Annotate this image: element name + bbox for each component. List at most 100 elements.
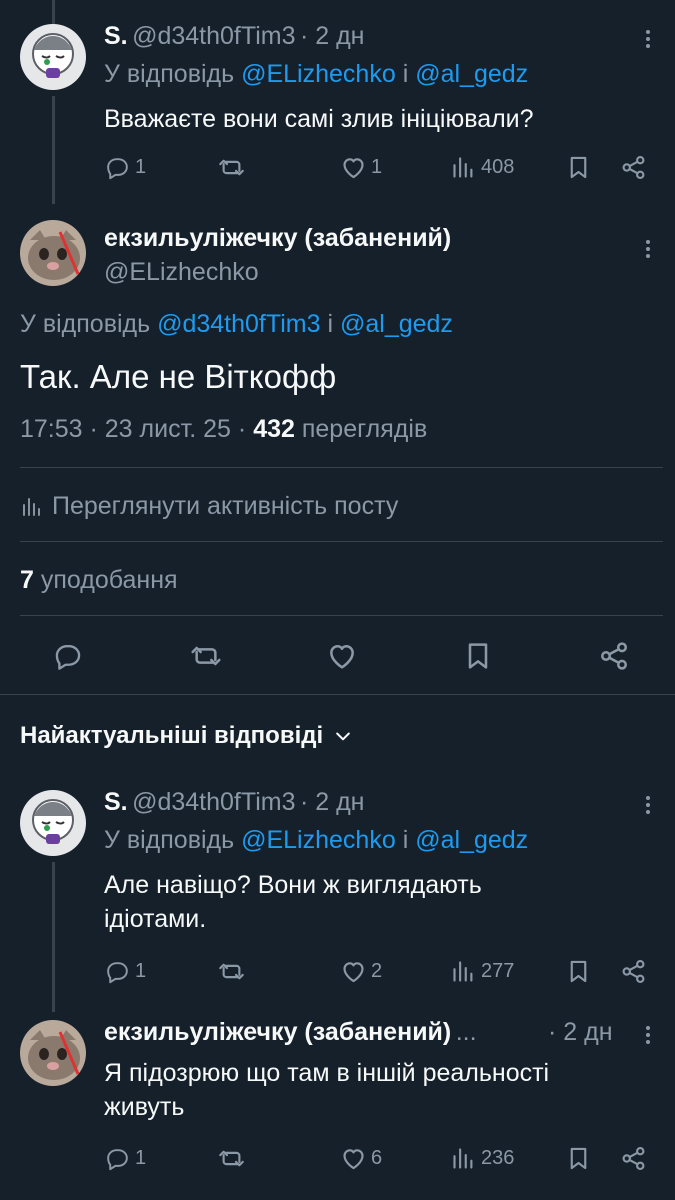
share-button[interactable] <box>620 154 647 181</box>
more-options-icon[interactable] <box>645 27 651 51</box>
views-count: 432 <box>253 415 295 443</box>
chevron-down-icon <box>336 732 351 741</box>
display-name[interactable]: S. <box>104 788 128 816</box>
share-button[interactable] <box>620 958 647 985</box>
tweet-meta: 17:53 · 23 лист. 25 · 432 переглядів <box>20 415 427 444</box>
tweet-text-line: Я підозрюю що там в іншій реальності <box>104 1059 550 1087</box>
reply-button[interactable]: 1 <box>104 1145 146 1172</box>
views-icon <box>453 1148 473 1169</box>
tweet-text: Я підозрюю що там в іншій реальності жив… <box>104 1056 549 1124</box>
reply-icon <box>107 962 128 984</box>
like-button[interactable]: 6 <box>340 1145 382 1172</box>
more-options-icon[interactable] <box>645 237 651 261</box>
handle[interactable]: @d34th0fTim3 <box>132 788 295 816</box>
likes-label: уподобання <box>40 566 178 594</box>
divider <box>20 467 663 468</box>
display-name[interactable]: екзильуліжечку (забанений) <box>104 1018 451 1046</box>
views-label: переглядів <box>301 415 428 443</box>
like-button[interactable] <box>326 640 358 672</box>
timestamp[interactable]: · 2 дн <box>300 788 365 816</box>
retweet-button[interactable] <box>218 958 245 985</box>
avatar[interactable] <box>20 790 86 856</box>
mention-link[interactable]: @ELizhechko <box>241 60 396 88</box>
like-count: 2 <box>371 960 383 982</box>
more-options-icon[interactable] <box>645 1023 651 1047</box>
handle[interactable]: @d34th0fTim3 <box>132 22 295 50</box>
likes-summary[interactable]: 7 уподобання <box>20 566 178 595</box>
retweet-button[interactable] <box>218 1145 245 1172</box>
retweet-icon <box>219 963 244 980</box>
views-button[interactable]: 236 <box>450 1145 514 1172</box>
bookmark-button[interactable] <box>565 958 592 985</box>
reply-button[interactable] <box>52 640 84 672</box>
replies-sort-label: Найактуальніші відповіді <box>20 722 324 749</box>
retweet-icon <box>219 159 244 176</box>
reply-prefix: У відповідь <box>104 826 235 854</box>
mention-link[interactable]: @d34th0fTim3 <box>157 310 320 338</box>
reply-and: і <box>402 60 409 88</box>
bookmark-icon <box>570 156 587 179</box>
bookmark-button[interactable] <box>565 1145 592 1172</box>
tweet-text-line: ідіотами. <box>104 905 207 933</box>
views-count: 408 <box>481 156 515 178</box>
retweet-icon <box>191 646 221 666</box>
mention-link[interactable]: @al_gedz <box>415 60 528 88</box>
thread-line <box>52 0 55 24</box>
avatar[interactable] <box>20 1020 86 1086</box>
heart-icon <box>330 644 354 669</box>
divider <box>0 694 675 695</box>
avatar[interactable] <box>20 24 86 90</box>
timestamp[interactable]: · 2 дн <box>300 22 365 50</box>
reply-count: 1 <box>135 1147 147 1169</box>
reply-and: і <box>327 310 334 338</box>
handle[interactable]: @ELizhechko <box>104 258 259 287</box>
timestamp[interactable]: 17:53 · 23 лист. 25 · <box>20 415 246 443</box>
bookmark-icon <box>570 960 587 983</box>
tweet-text: Вважаєте вони самі злив ініціювали? <box>104 105 534 133</box>
activity-label: Переглянути активність посту <box>52 492 399 520</box>
reply-icon <box>107 1149 128 1171</box>
mention-link[interactable]: @al_gedz <box>340 310 453 338</box>
views-button[interactable]: 277 <box>450 958 514 985</box>
display-name[interactable]: екзильуліжечку (забанений) <box>104 224 451 253</box>
views-count: 277 <box>481 960 515 982</box>
tweet-header: S. @d34th0fTim3 · 2 дн <box>104 22 364 51</box>
reply-button[interactable]: 1 <box>104 958 146 985</box>
replies-sort-dropdown[interactable]: Найактуальніші відповіді <box>20 722 353 750</box>
bookmark-button[interactable] <box>462 640 494 672</box>
tweet-header: S. @d34th0fTim3 · 2 дн <box>104 788 364 817</box>
tweet-text-line: Але навіщо? Вони ж виглядають <box>104 871 482 899</box>
mention-link[interactable]: @ELizhechko <box>241 826 396 854</box>
retweet-button[interactable] <box>190 640 222 672</box>
retweet-button[interactable] <box>218 154 245 181</box>
timestamp[interactable]: · 2 дн <box>548 1018 613 1047</box>
reply-icon <box>107 158 128 180</box>
like-button[interactable]: 2 <box>340 958 382 985</box>
bookmark-button[interactable] <box>565 154 592 181</box>
bookmark-icon <box>570 1147 587 1170</box>
heart-icon <box>343 962 364 983</box>
tweet-header: екзильуліжечку (забанений) ... <box>104 1018 477 1047</box>
likes-count: 7 <box>20 566 34 594</box>
views-button[interactable]: 408 <box>450 154 514 181</box>
share-button[interactable] <box>598 640 630 672</box>
post-activity-link[interactable]: Переглянути активність посту <box>20 492 398 521</box>
avatar[interactable] <box>20 220 86 286</box>
tweet-text: Так. Але не Віткофф <box>20 358 337 395</box>
more-options-icon[interactable] <box>645 793 651 817</box>
heart-icon <box>343 158 364 179</box>
like-button[interactable]: 1 <box>340 154 382 181</box>
reply-and: і <box>402 826 409 854</box>
reply-button[interactable]: 1 <box>104 154 146 181</box>
share-icon <box>622 1146 645 1171</box>
mention-link[interactable]: @al_gedz <box>415 826 528 854</box>
views-icon <box>453 961 473 982</box>
share-button[interactable] <box>620 1145 647 1172</box>
reply-count: 1 <box>135 960 147 982</box>
thread-line <box>52 862 55 1012</box>
display-name[interactable]: S. <box>104 22 128 50</box>
share-icon <box>622 155 645 180</box>
divider <box>20 541 663 542</box>
share-icon <box>600 642 628 670</box>
reply-count: 1 <box>135 156 147 178</box>
